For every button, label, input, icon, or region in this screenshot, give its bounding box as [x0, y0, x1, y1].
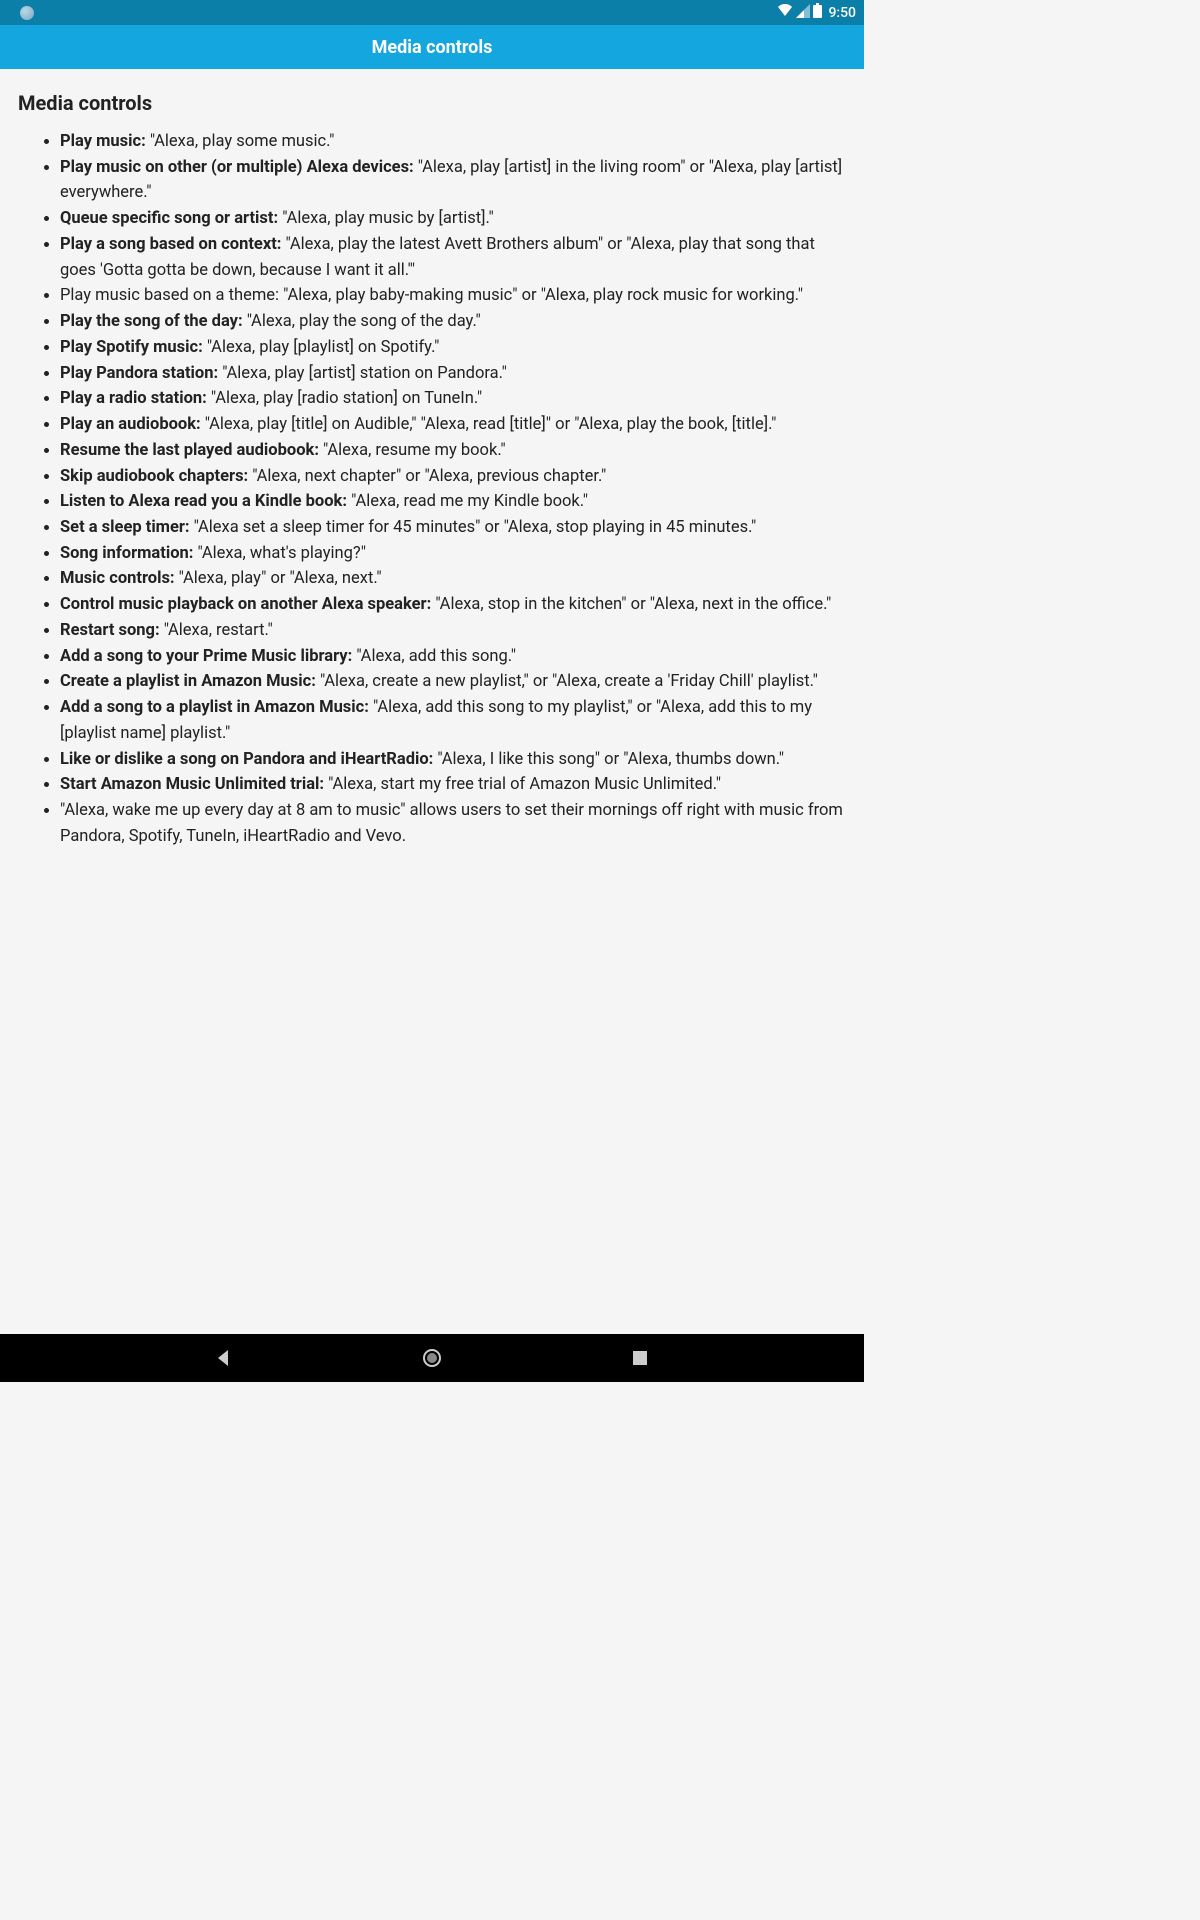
command-label: Play a song based on context: — [60, 235, 281, 254]
command-text: "Alexa, play [radio station] on TuneIn." — [207, 389, 482, 408]
command-text: "Alexa, resume my book." — [319, 441, 506, 460]
wifi-icon — [777, 3, 793, 22]
command-label: Like or dislike a song on Pandora and iH… — [60, 750, 433, 769]
command-item: Add a song to a playlist in Amazon Music… — [60, 695, 846, 746]
command-label: Queue specific song or artist: — [60, 209, 278, 228]
cell-signal-icon — [796, 3, 810, 22]
command-text: "Alexa, play" or "Alexa, next." — [175, 569, 382, 588]
command-item: Resume the last played audiobook: "Alexa… — [60, 438, 846, 464]
command-item: Play music: "Alexa, play some music." — [60, 129, 846, 155]
command-text: "Alexa, what's playing?" — [193, 544, 366, 563]
command-label: Create a playlist in Amazon Music: — [60, 672, 316, 691]
command-item: Listen to Alexa read you a Kindle book: … — [60, 489, 846, 515]
command-label: Music controls: — [60, 569, 175, 588]
nav-bar — [0, 1334, 864, 1382]
command-text: "Alexa, read me my Kindle book." — [347, 492, 588, 511]
command-text: "Alexa, restart." — [160, 621, 273, 640]
command-item: Music controls: "Alexa, play" or "Alexa,… — [60, 566, 846, 592]
command-item: Add a song to your Prime Music library: … — [60, 644, 846, 670]
command-text: "Alexa, create a new playlist," or "Alex… — [316, 672, 818, 691]
command-item: Skip audiobook chapters: "Alexa, next ch… — [60, 464, 846, 490]
command-text: "Alexa, add this song." — [352, 647, 516, 666]
command-text: "Alexa, play [playlist] on Spotify." — [203, 338, 440, 357]
command-text: "Alexa, play [title] on Audible," "Alexa… — [201, 415, 777, 434]
status-bar: 9:50 — [0, 0, 864, 25]
command-item: Play an audiobook: "Alexa, play [title] … — [60, 412, 846, 438]
command-item: Play the song of the day: "Alexa, play t… — [60, 309, 846, 335]
command-text: "Alexa set a sleep timer for 45 minutes"… — [190, 518, 757, 537]
command-item: Like or dislike a song on Pandora and iH… — [60, 747, 846, 773]
command-label: Add a song to your Prime Music library: — [60, 647, 352, 666]
command-text: "Alexa, play the song of the day." — [243, 312, 481, 331]
command-text: "Alexa, next chapter" or "Alexa, previou… — [248, 467, 606, 486]
command-label: Play music: — [60, 132, 146, 151]
status-clock: 9:50 — [828, 5, 856, 21]
command-label: Play a radio station: — [60, 389, 207, 408]
command-item: "Alexa, wake me up every day at 8 am to … — [60, 798, 846, 849]
command-label: Resume the last played audiobook: — [60, 441, 319, 460]
command-label: Add a song to a playlist in Amazon Music… — [60, 698, 369, 717]
command-item: Play a song based on context: "Alexa, pl… — [60, 232, 846, 283]
command-text: "Alexa, stop in the kitchen" or "Alexa, … — [431, 595, 831, 614]
app-bar: Media controls — [0, 25, 864, 69]
command-item: Control music playback on another Alexa … — [60, 592, 846, 618]
command-text: "Alexa, start my free trial of Amazon Mu… — [324, 775, 721, 794]
command-item: Set a sleep timer: "Alexa set a sleep ti… — [60, 515, 846, 541]
nav-home-button[interactable] — [407, 1334, 457, 1382]
command-item: Queue specific song or artist: "Alexa, p… — [60, 206, 846, 232]
command-label: Play Spotify music: — [60, 338, 203, 357]
command-label: Play music on other (or multiple) Alexa … — [60, 158, 414, 177]
battery-icon — [813, 3, 822, 22]
command-item: Start Amazon Music Unlimited trial: "Ale… — [60, 772, 846, 798]
nav-recent-button[interactable] — [615, 1334, 665, 1382]
content-area[interactable]: Media controls Play music: "Alexa, play … — [0, 69, 864, 872]
nav-back-button[interactable] — [199, 1334, 249, 1382]
command-text: Play music based on a theme: "Alexa, pla… — [60, 286, 803, 305]
command-text: "Alexa, play music by [artist]." — [278, 209, 494, 228]
command-item: Create a playlist in Amazon Music: "Alex… — [60, 669, 846, 695]
notification-icon — [20, 6, 34, 20]
command-item: Restart song: "Alexa, restart." — [60, 618, 846, 644]
app-bar-title: Media controls — [372, 37, 493, 58]
command-label: Set a sleep timer: — [60, 518, 190, 537]
command-item: Play music based on a theme: "Alexa, pla… — [60, 283, 846, 309]
page-heading: Media controls — [18, 91, 846, 115]
command-label: Play Pandora station: — [60, 364, 218, 383]
command-item: Play Pandora station: "Alexa, play [arti… — [60, 361, 846, 387]
command-label: Song information: — [60, 544, 193, 563]
command-label: Listen to Alexa read you a Kindle book: — [60, 492, 347, 511]
status-right: 9:50 — [777, 3, 856, 22]
command-label: Skip audiobook chapters: — [60, 467, 248, 486]
status-left — [8, 6, 34, 20]
command-label: Restart song: — [60, 621, 160, 640]
command-item: Play a radio station: "Alexa, play [radi… — [60, 386, 846, 412]
commands-list: Play music: "Alexa, play some music."Pla… — [18, 129, 846, 850]
command-item: Song information: "Alexa, what's playing… — [60, 541, 846, 567]
command-label: Play the song of the day: — [60, 312, 243, 331]
command-text: "Alexa, play some music." — [146, 132, 335, 151]
command-label: Control music playback on another Alexa … — [60, 595, 431, 614]
command-text: "Alexa, play [artist] station on Pandora… — [218, 364, 507, 383]
command-text: "Alexa, wake me up every day at 8 am to … — [60, 801, 843, 846]
command-label: Start Amazon Music Unlimited trial: — [60, 775, 324, 794]
command-text: "Alexa, I like this song" or "Alexa, thu… — [433, 750, 784, 769]
command-item: Play Spotify music: "Alexa, play [playli… — [60, 335, 846, 361]
command-label: Play an audiobook: — [60, 415, 201, 434]
command-item: Play music on other (or multiple) Alexa … — [60, 155, 846, 206]
